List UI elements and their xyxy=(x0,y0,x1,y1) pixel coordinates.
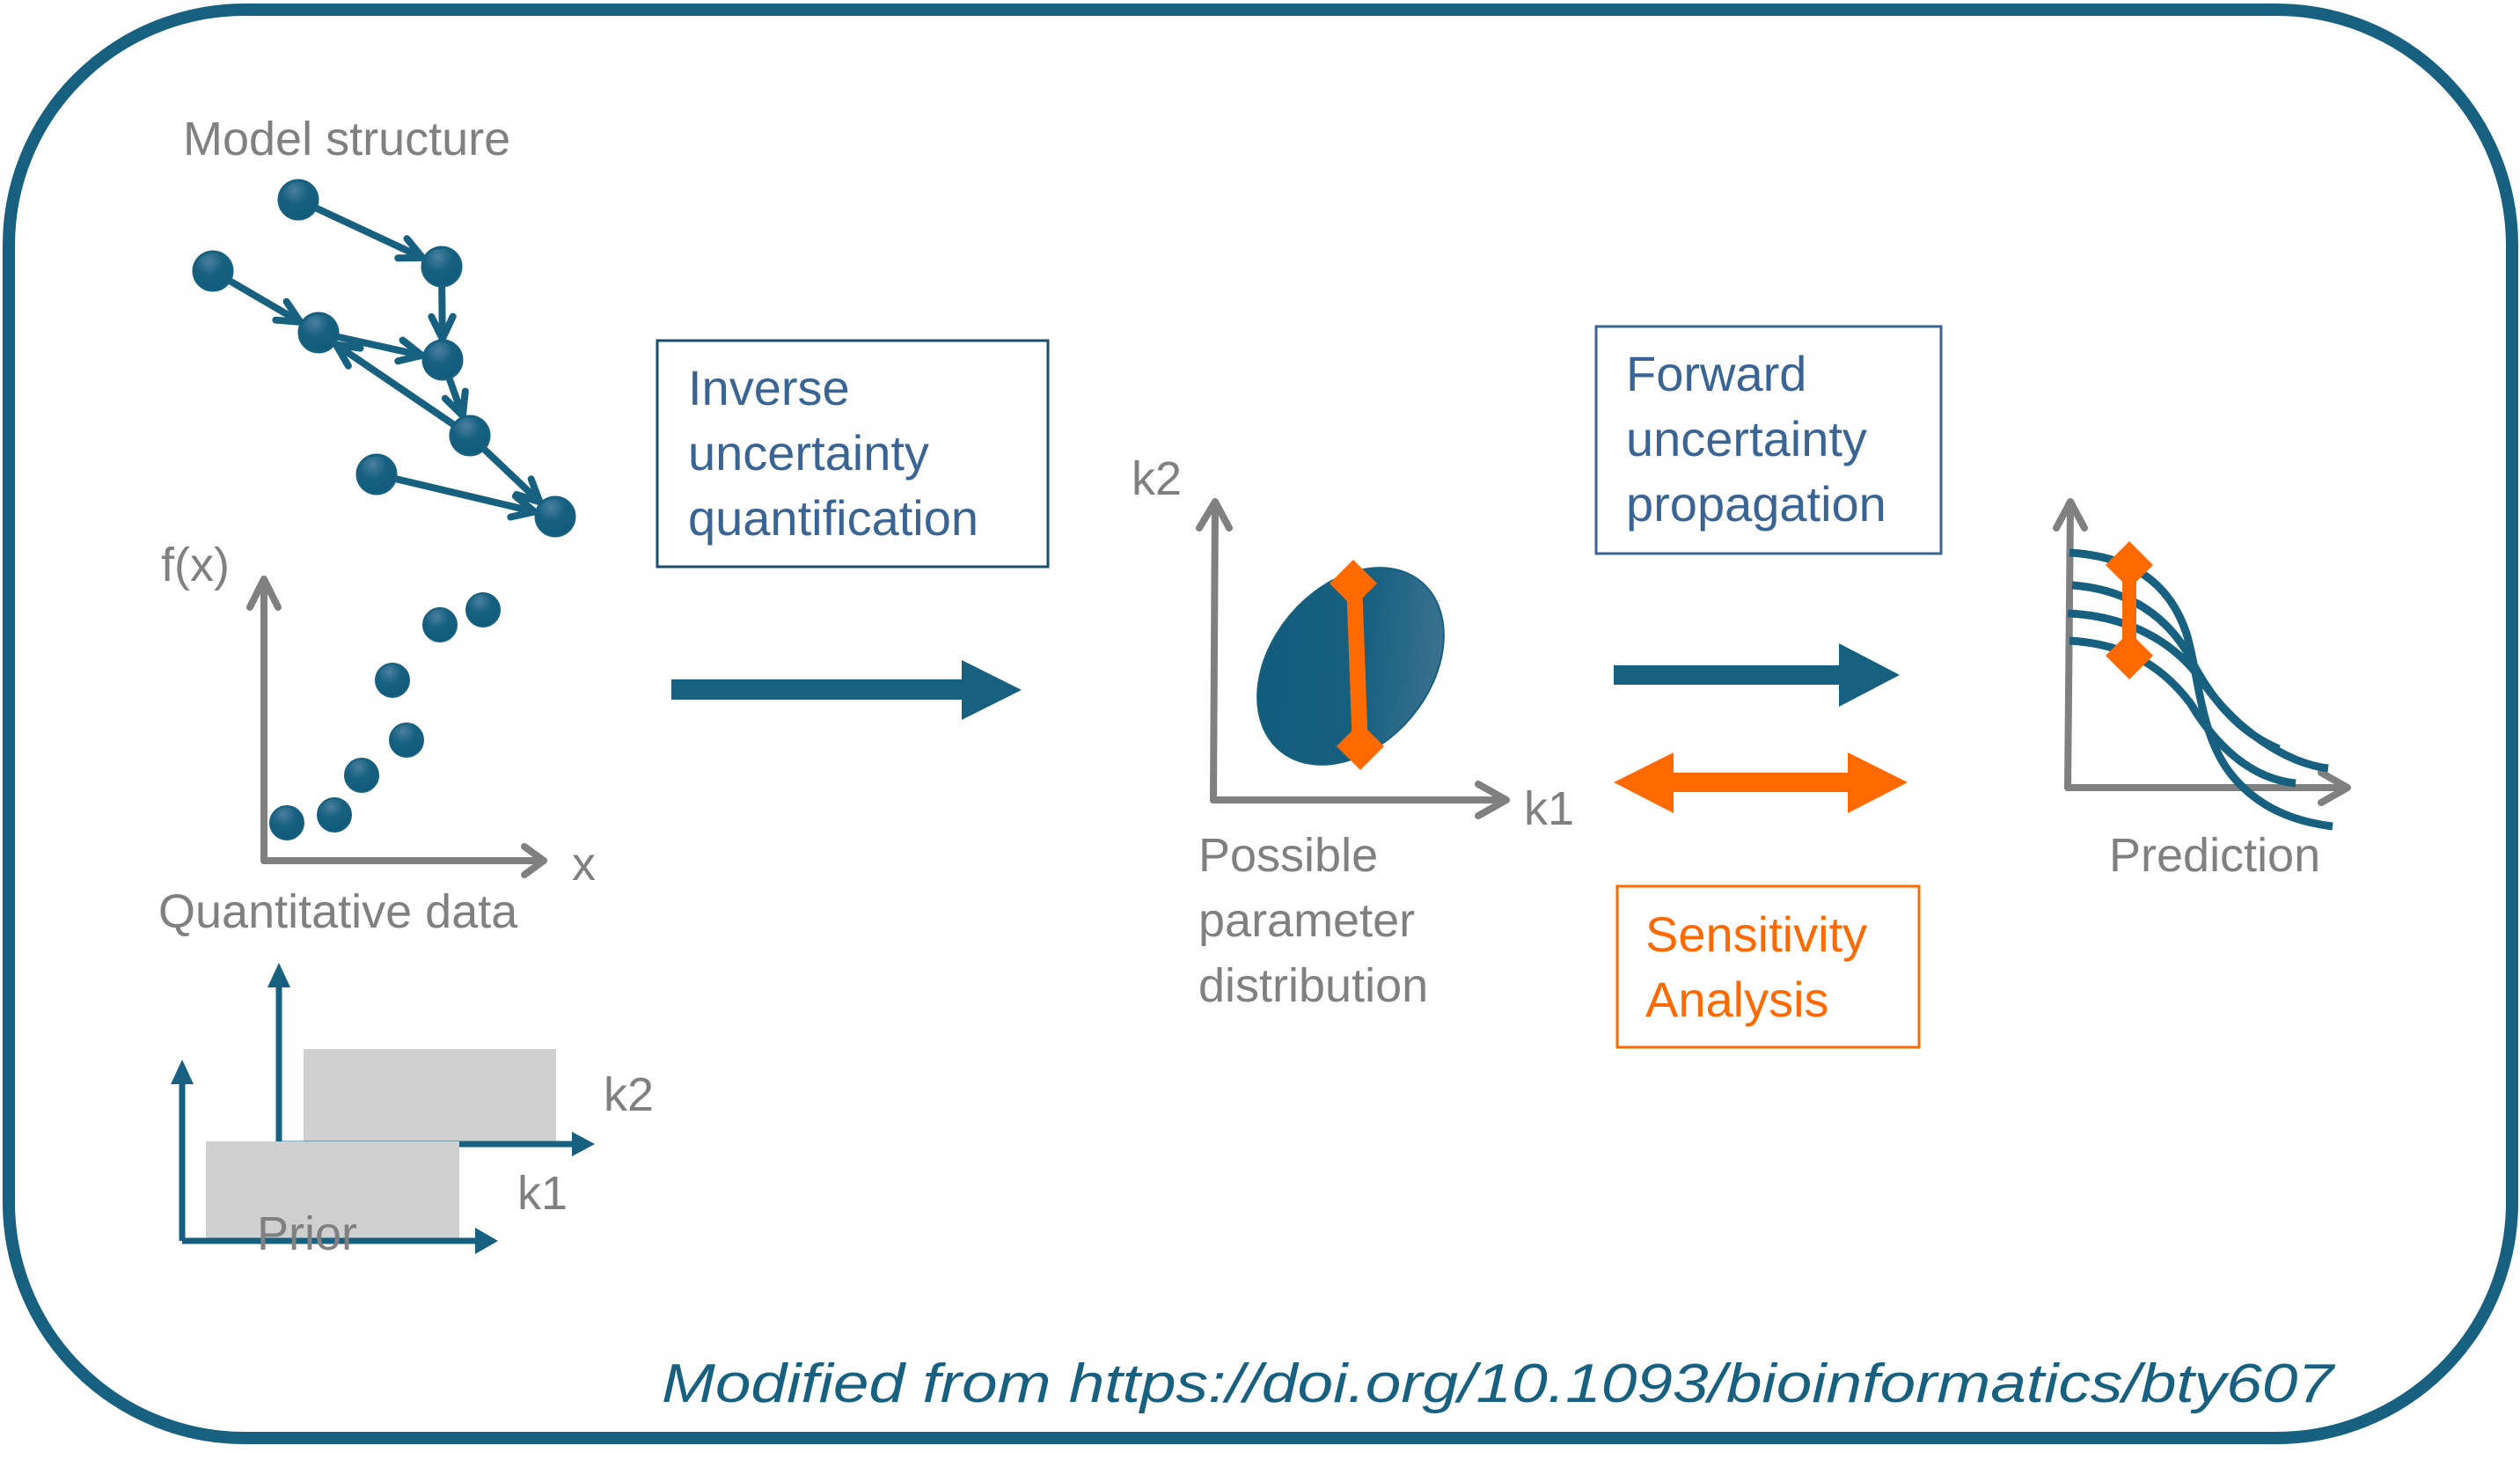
diagram-canvas: Model structure f(x) x Quantitative data… xyxy=(3,4,2518,1444)
fx-axis-label: f(x) xyxy=(161,539,230,591)
sensitivity-analysis-box: Sensitivity Analysis xyxy=(1615,884,1921,1049)
graph-node-f xyxy=(449,415,491,457)
inverse-uq-line-3: quantification xyxy=(688,490,978,546)
graph-node-c xyxy=(192,250,234,292)
x-axis-label: x xyxy=(572,838,596,891)
param-k2-label: k2 xyxy=(1132,452,1182,505)
forward-uq-line-1: Forward xyxy=(1626,346,1806,401)
forward-uq-box: Forward uncertainty propagation xyxy=(1594,325,1943,555)
data-point xyxy=(389,723,424,758)
graph-node-e xyxy=(421,339,464,381)
prior-title: Prior xyxy=(257,1207,357,1260)
prior-k1-label: k1 xyxy=(517,1167,568,1220)
param-k1-label: k1 xyxy=(1524,782,1574,835)
sensitivity-line-1: Sensitivity xyxy=(1645,906,1867,962)
prediction-y-axis xyxy=(2064,502,2074,791)
inverse-uq-line-1: Inverse xyxy=(688,360,850,415)
data-point xyxy=(344,758,379,793)
graph-node-a xyxy=(277,179,319,221)
prior-k2-label: k2 xyxy=(604,1068,654,1121)
citation-text: Modified from https://doi.org/10.1093/bi… xyxy=(662,1354,2336,1414)
data-point xyxy=(465,592,501,627)
graph-node-d xyxy=(297,312,340,354)
prediction-caption: Prediction xyxy=(2109,829,2320,882)
data-point xyxy=(317,797,352,833)
inverse-uq-line-2: uncertainty xyxy=(688,425,929,481)
graph-node-h xyxy=(534,495,576,538)
inverse-uq-box: Inverse uncertainty quantification xyxy=(656,339,1050,569)
quantitative-data-title: Quantitative data xyxy=(158,885,518,938)
forward-uq-line-3: propagation xyxy=(1626,476,1886,532)
prior-k2-range xyxy=(304,1049,556,1142)
forward-uq-line-2: uncertainty xyxy=(1626,411,1867,466)
param-caption-line-1: Possible xyxy=(1198,829,1378,882)
graph-node-g xyxy=(355,453,398,495)
data-point xyxy=(269,805,304,840)
data-point xyxy=(422,607,458,642)
sensitivity-line-2: Analysis xyxy=(1645,972,1829,1027)
param-y-axis xyxy=(1210,500,1219,803)
model-structure-title: Model structure xyxy=(183,113,510,165)
param-caption-line-3: distribution xyxy=(1198,959,1428,1012)
param-caption-line-2: parameter xyxy=(1198,894,1415,947)
graph-node-b xyxy=(421,246,463,288)
data-point xyxy=(375,663,410,698)
